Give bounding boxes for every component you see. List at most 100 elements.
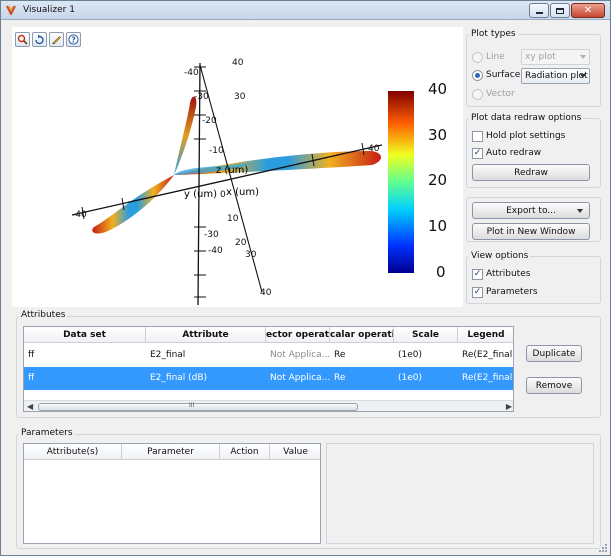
- maximize-icon: [556, 7, 564, 14]
- scalar-op-cell: Re: [334, 373, 346, 383]
- parameters-group-label: Parameters: [19, 428, 75, 438]
- column-header[interactable]: Attribute: [146, 327, 266, 343]
- parameters-table[interactable]: Attribute(s) Parameter Action Value: [23, 443, 321, 544]
- chevron-down-icon: [577, 209, 583, 213]
- z-tick-label: 10: [227, 214, 239, 224]
- minimize-button[interactable]: [529, 3, 549, 18]
- title-bar[interactable]: Visualizer 1 ✕: [1, 1, 610, 20]
- column-header[interactable]: Data set: [24, 327, 146, 343]
- column-header[interactable]: Action: [220, 444, 270, 460]
- auto-redraw-label: Auto redraw: [486, 148, 542, 158]
- remove-button[interactable]: Remove: [526, 377, 582, 394]
- scroll-left-icon[interactable]: ◀: [27, 402, 33, 411]
- rotate-icon: [35, 34, 44, 45]
- attributes-group-label: Attributes: [19, 310, 68, 320]
- z-tick-label: 0: [220, 190, 226, 200]
- column-header[interactable]: ector operatio: [266, 327, 330, 343]
- window-title: Visualizer 1: [23, 5, 75, 15]
- app-icon: [6, 5, 16, 15]
- table-row[interactable]: ff E2_final Not Applica... Re (1e0) Re(E…: [24, 344, 513, 367]
- z-tick-label: -20: [202, 116, 217, 126]
- dataset-cell: ff: [28, 350, 35, 360]
- y-axis-label: y (um): [184, 189, 217, 200]
- zoom-button[interactable]: [15, 32, 30, 47]
- checkmark-icon: ✓: [473, 287, 482, 297]
- plot-canvas[interactable]: y (um) z (um) x (um) -40 -30 -20 -10 0 1…: [12, 27, 463, 307]
- redraw-button[interactable]: Redraw: [472, 164, 590, 181]
- colorbar-tick-label: 0: [436, 263, 446, 281]
- parameters-checkbox[interactable]: ✓: [472, 287, 483, 298]
- x-tick-label: -40: [72, 210, 87, 220]
- redraw-options-label: Plot data redraw options: [469, 113, 584, 123]
- y-tick-label: 30: [234, 92, 246, 102]
- view-options-label: View options: [469, 251, 531, 261]
- scale-cell: (1e0): [398, 350, 423, 360]
- scrollbar-thumb[interactable]: III: [38, 402, 358, 411]
- line-type-value: xy plot: [525, 52, 556, 62]
- parameter-detail-panel: [326, 443, 594, 544]
- hold-plot-label: Hold plot settings: [486, 131, 566, 141]
- surface-type-value: Radiation plot: [525, 71, 588, 81]
- scalar-op-cell: Re: [334, 350, 346, 360]
- z-tick-label: -30: [194, 92, 209, 102]
- visualizer-window: Visualizer 1 ✕ y (um) z (um) x (um) -40 …: [0, 0, 611, 556]
- plot-toolbar: ?: [15, 32, 81, 47]
- surface-radio[interactable]: [472, 70, 483, 81]
- y-tick-label: 40: [232, 58, 244, 68]
- table-row[interactable]: ff E2_final (dB) Not Applica... Re (1e0)…: [24, 367, 513, 390]
- scroll-grip: III: [189, 402, 195, 409]
- y-tick-label: -40: [208, 246, 223, 256]
- attributes-checkbox-label: Attributes: [486, 269, 531, 279]
- column-header[interactable]: Legend: [458, 327, 513, 343]
- line-radio[interactable]: [472, 52, 483, 63]
- z-axis-label: z (um): [216, 165, 248, 176]
- colorbar-tick-label: 30: [428, 126, 447, 144]
- resize-grip-icon[interactable]: [598, 543, 608, 553]
- y-tick-label: 40: [260, 288, 272, 298]
- line-type-dropdown[interactable]: xy plot: [521, 49, 590, 65]
- zoom-icon: [17, 34, 28, 45]
- dataset-cell: ff: [28, 373, 35, 383]
- close-button[interactable]: ✕: [571, 3, 605, 18]
- attributes-checkbox[interactable]: ✓: [472, 269, 483, 280]
- vector-op-cell: Not Applica...: [270, 373, 330, 383]
- column-header[interactable]: Attribute(s): [24, 444, 122, 460]
- x-axis-line: [71, 144, 383, 216]
- rotate-button[interactable]: [32, 32, 47, 47]
- horizontal-scrollbar[interactable]: ◀ III ▶: [24, 400, 513, 411]
- export-to-label: Export to...: [506, 205, 556, 216]
- colorbar-tick-label: 40: [428, 80, 447, 98]
- plot-new-window-button[interactable]: Plot in New Window: [472, 223, 590, 240]
- line-radio-label: Line: [486, 52, 505, 62]
- duplicate-button[interactable]: Duplicate: [526, 345, 582, 362]
- vector-radio[interactable]: [472, 89, 483, 100]
- radiation-plot: y (um) z (um) x (um) -40 -30 -20 -10 0 1…: [71, 58, 447, 306]
- hold-plot-checkbox[interactable]: [472, 131, 483, 142]
- lobe-left: [92, 175, 174, 234]
- colorbar-tick-label: 10: [428, 217, 447, 235]
- column-header[interactable]: Parameter: [122, 444, 220, 460]
- z-tick-label: -40: [184, 68, 199, 78]
- scroll-right-icon[interactable]: ▶: [506, 402, 512, 411]
- attribute-cell: E2_final: [150, 350, 186, 360]
- auto-redraw-checkbox[interactable]: ✓: [472, 148, 483, 159]
- minimize-icon: [535, 11, 543, 14]
- attributes-table[interactable]: Data set Attribute ector operatio calar …: [23, 326, 514, 412]
- pencil-button[interactable]: [49, 32, 64, 47]
- z-tick-label: 20: [235, 238, 247, 248]
- column-header[interactable]: Value: [270, 444, 320, 460]
- checkmark-icon: ✓: [473, 148, 482, 158]
- help-button[interactable]: ?: [66, 32, 81, 47]
- lobe-top: [174, 96, 197, 175]
- z-tick-label: -10: [209, 146, 224, 156]
- scale-cell: (1e0): [398, 373, 423, 383]
- column-header[interactable]: Scale: [394, 327, 458, 343]
- svg-text:?: ?: [71, 35, 75, 44]
- y-tick-label: -30: [204, 230, 219, 240]
- maximize-button[interactable]: [550, 3, 570, 18]
- column-header[interactable]: calar operatio: [330, 327, 394, 343]
- export-to-button[interactable]: Export to...: [472, 202, 590, 219]
- close-icon: ✕: [583, 4, 593, 16]
- vector-radio-label: Vector: [486, 89, 515, 99]
- surface-type-dropdown[interactable]: Radiation plot: [521, 68, 590, 84]
